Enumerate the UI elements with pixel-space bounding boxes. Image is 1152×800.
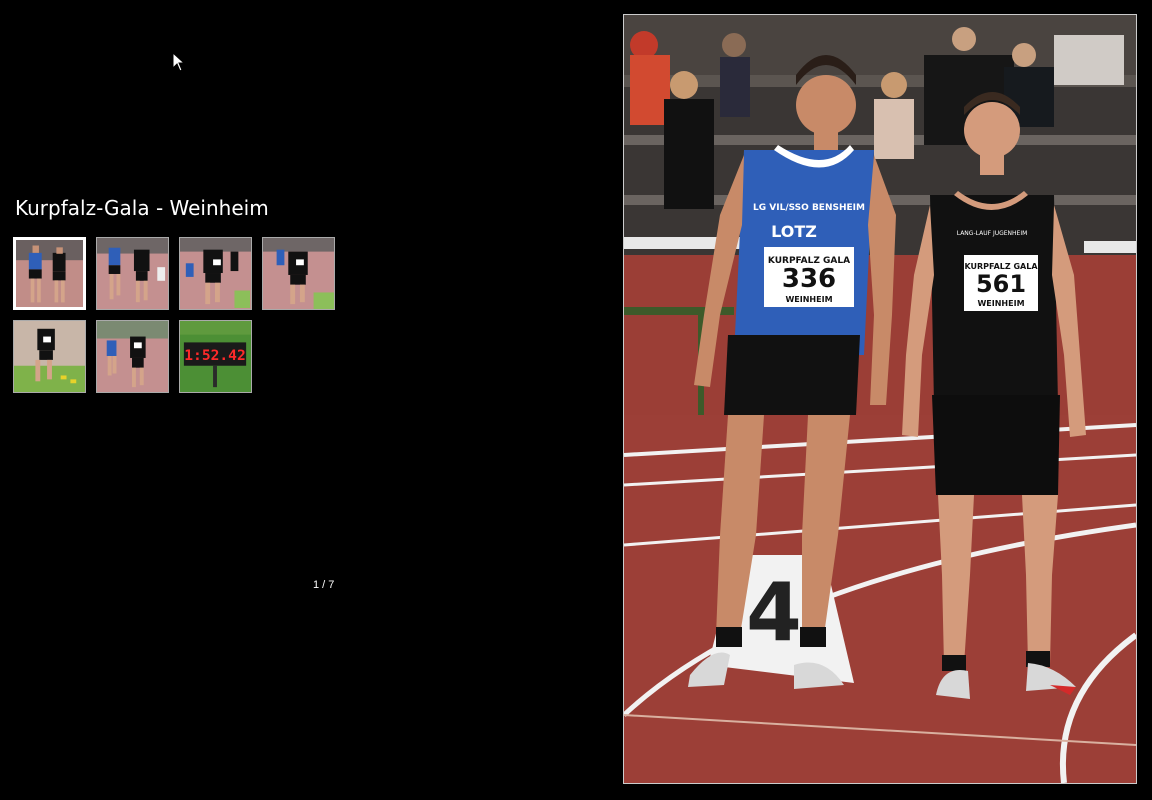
thumbnail-3[interactable] (179, 237, 252, 310)
left-bib-footer: WEINHEIM (785, 295, 832, 304)
gallery-title: Kurpfalz-Gala - Weinheim (15, 196, 269, 220)
right-bib-footer: WEINHEIM (977, 299, 1024, 308)
thumbnail-1-image (16, 240, 83, 307)
thumbnail-6-image (97, 321, 168, 392)
mouse-cursor-icon (172, 52, 186, 72)
timing-clock-text: 1:52.42 (184, 347, 245, 364)
left-sponsor-label: LOTZ (771, 222, 817, 241)
left-bib-number: 336 (782, 264, 836, 294)
thumbnail-2-image (97, 238, 168, 309)
thumbnail-7-image: 1:52.42 (180, 321, 251, 392)
thumbnail-5[interactable] (13, 320, 86, 393)
right-bib-number: 561 (976, 270, 1026, 298)
right-club-label: LANG-LAUF JUGENHEIM (957, 230, 1028, 237)
thumbnail-1[interactable] (13, 237, 86, 310)
gallery-page: Kurpfalz-Gala - Weinheim 1:52.42 1 / 7 4… (0, 0, 1152, 800)
thumbnail-2[interactable] (96, 237, 169, 310)
thumbnail-4-image (263, 238, 334, 309)
thumbnail-7[interactable]: 1:52.42 (179, 320, 252, 393)
lane-number: 4 (746, 566, 802, 659)
thumbnail-5-image (14, 321, 85, 392)
main-photo-image: 4 KURPFALZ GALA 336 WEINHEIM LG VIL/SSO … (624, 15, 1136, 783)
thumbnail-3-image (180, 238, 251, 309)
image-counter: 1 / 7 (313, 579, 335, 591)
thumbnail-6[interactable] (96, 320, 169, 393)
main-photo[interactable]: 4 KURPFALZ GALA 336 WEINHEIM LG VIL/SSO … (623, 14, 1137, 784)
left-club-label: LG VIL/SSO BENSHEIM (753, 203, 865, 213)
thumbnail-4[interactable] (262, 237, 335, 310)
